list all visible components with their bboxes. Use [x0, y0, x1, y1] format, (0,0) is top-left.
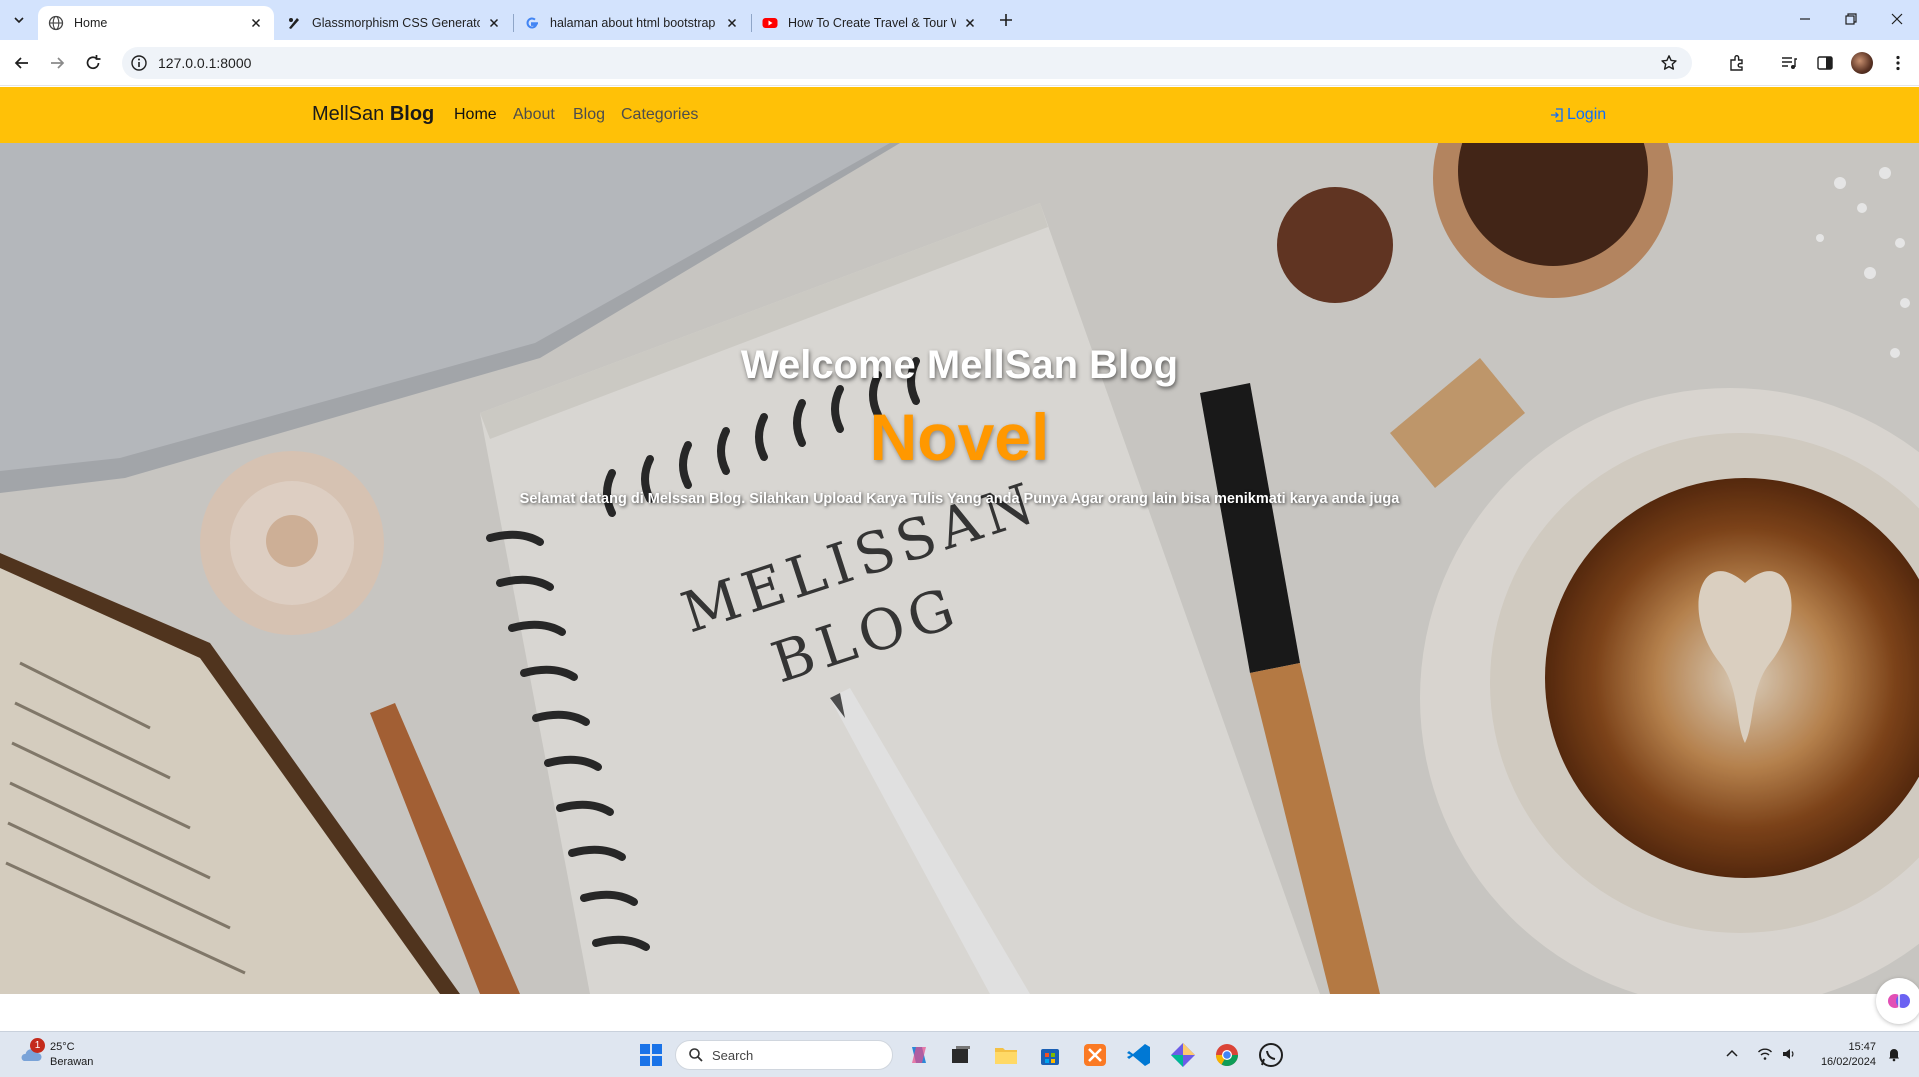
file-explorer-icon[interactable] [991, 1040, 1021, 1070]
close-icon[interactable] [724, 15, 740, 31]
windows-start-icon[interactable] [636, 1040, 666, 1070]
git-client-icon[interactable] [1168, 1040, 1198, 1070]
login-link[interactable]: Login [1550, 106, 1606, 124]
search-icon [688, 1047, 704, 1063]
hero-description: Selamat datang di Melssan Blog. Silahkan… [519, 491, 1400, 507]
restore-icon[interactable] [1842, 10, 1860, 28]
brand-name: MellSan [312, 103, 385, 125]
url-text: 127.0.0.1:8000 [158, 55, 252, 71]
notification-bell-icon[interactable] [1886, 1046, 1902, 1062]
login-icon [1550, 107, 1564, 123]
browser-tab-youtube[interactable]: How To Create Travel & Tour W [752, 6, 988, 40]
task-view-icon[interactable] [946, 1040, 976, 1070]
hero-subtitle: Novel [869, 400, 1050, 474]
browser-tab-glassmorphism[interactable]: Glassmorphism CSS Generator | [276, 6, 512, 40]
new-tab-icon[interactable] [996, 10, 1016, 30]
google-icon [524, 15, 540, 31]
forward-arrow-icon[interactable] [46, 52, 68, 74]
extensions-icon[interactable] [1727, 53, 1747, 73]
xampp-icon[interactable] [1080, 1040, 1110, 1070]
brain-icon [1886, 988, 1912, 1014]
brand-name-bold: Blog [389, 103, 435, 125]
globe-icon [48, 15, 64, 31]
more-menu-icon[interactable] [1888, 53, 1908, 73]
clock-date: 16/02/2024 [1820, 1056, 1876, 1068]
chevron-up-icon[interactable] [1724, 1046, 1740, 1062]
reload-icon[interactable] [82, 52, 104, 74]
close-icon[interactable] [486, 15, 502, 31]
site-brand[interactable]: MellSan Blog [312, 103, 434, 126]
hero-overlay [0, 143, 1919, 994]
nav-home[interactable]: Home [454, 106, 497, 124]
clock-time: 15:47 [1848, 1041, 1876, 1053]
glass-icon [286, 15, 302, 31]
chrome-icon[interactable] [1212, 1040, 1242, 1070]
hero-title: Welcome MellSan Blog [740, 343, 1179, 387]
weather-temp: 25°C [50, 1041, 75, 1053]
chevron-down-icon [13, 14, 25, 26]
address-bar[interactable]: 127.0.0.1:8000 [122, 47, 1692, 79]
nav-about[interactable]: About [513, 106, 555, 124]
microsoft-store-icon[interactable] [1035, 1040, 1065, 1070]
notification-badge: 1 [30, 1038, 45, 1053]
close-icon[interactable] [962, 15, 978, 31]
youtube-icon [762, 15, 778, 31]
vscode-icon[interactable] [1124, 1040, 1154, 1070]
profile-avatar[interactable] [1851, 52, 1873, 74]
minimize-icon[interactable] [1796, 10, 1814, 28]
tab-search-button[interactable] [6, 8, 32, 32]
window-close-icon[interactable] [1888, 10, 1906, 28]
nav-blog[interactable]: Blog [573, 106, 605, 124]
search-label: Search [712, 1047, 754, 1063]
browser-toolbar: 127.0.0.1:8000 [0, 40, 1919, 86]
tab-title: How To Create Travel & Tour W [788, 16, 956, 30]
windows-taskbar: 1 25°C Berawan Search 15:47 16/02/2024 [0, 1031, 1919, 1077]
system-clock[interactable]: 15:47 16/02/2024 [1812, 1040, 1876, 1070]
cloud-icon: 1 [18, 1038, 45, 1066]
tab-title: halaman about html bootstrap [550, 16, 716, 30]
hero-section: MELISSAN BLOG Welcome MellSan Blog Novel… [0, 143, 1919, 994]
bookmark-star-icon[interactable] [1660, 54, 1678, 72]
site-info-icon[interactable] [130, 54, 148, 72]
weather-widget[interactable]: 1 25°C Berawan [18, 1038, 94, 1070]
close-icon[interactable] [248, 15, 264, 31]
tab-title: Home [74, 16, 108, 30]
copilot-icon[interactable] [904, 1040, 934, 1070]
taskbar-search[interactable]: Search [675, 1040, 893, 1070]
nav-categories[interactable]: Categories [621, 106, 698, 124]
volume-icon[interactable] [1781, 1046, 1797, 1062]
back-arrow-icon[interactable] [11, 52, 33, 74]
floating-assistant-button[interactable] [1876, 978, 1919, 1024]
login-label: Login [1567, 106, 1607, 123]
whatsapp-icon[interactable] [1256, 1040, 1286, 1070]
browser-tab-strip: Home Glassmorphism CSS Generator | halam… [0, 0, 1919, 40]
site-navbar: MellSan Blog Home About Blog Categories … [0, 87, 1919, 143]
browser-tab-home[interactable]: Home [38, 6, 274, 40]
side-panel-icon[interactable] [1815, 53, 1835, 73]
tab-title: Glassmorphism CSS Generator | [312, 16, 480, 30]
weather-condition: Berawan [50, 1056, 94, 1068]
browser-tab-google[interactable]: halaman about html bootstrap [514, 6, 750, 40]
media-control-icon[interactable] [1779, 53, 1799, 73]
wifi-icon[interactable] [1757, 1046, 1773, 1062]
